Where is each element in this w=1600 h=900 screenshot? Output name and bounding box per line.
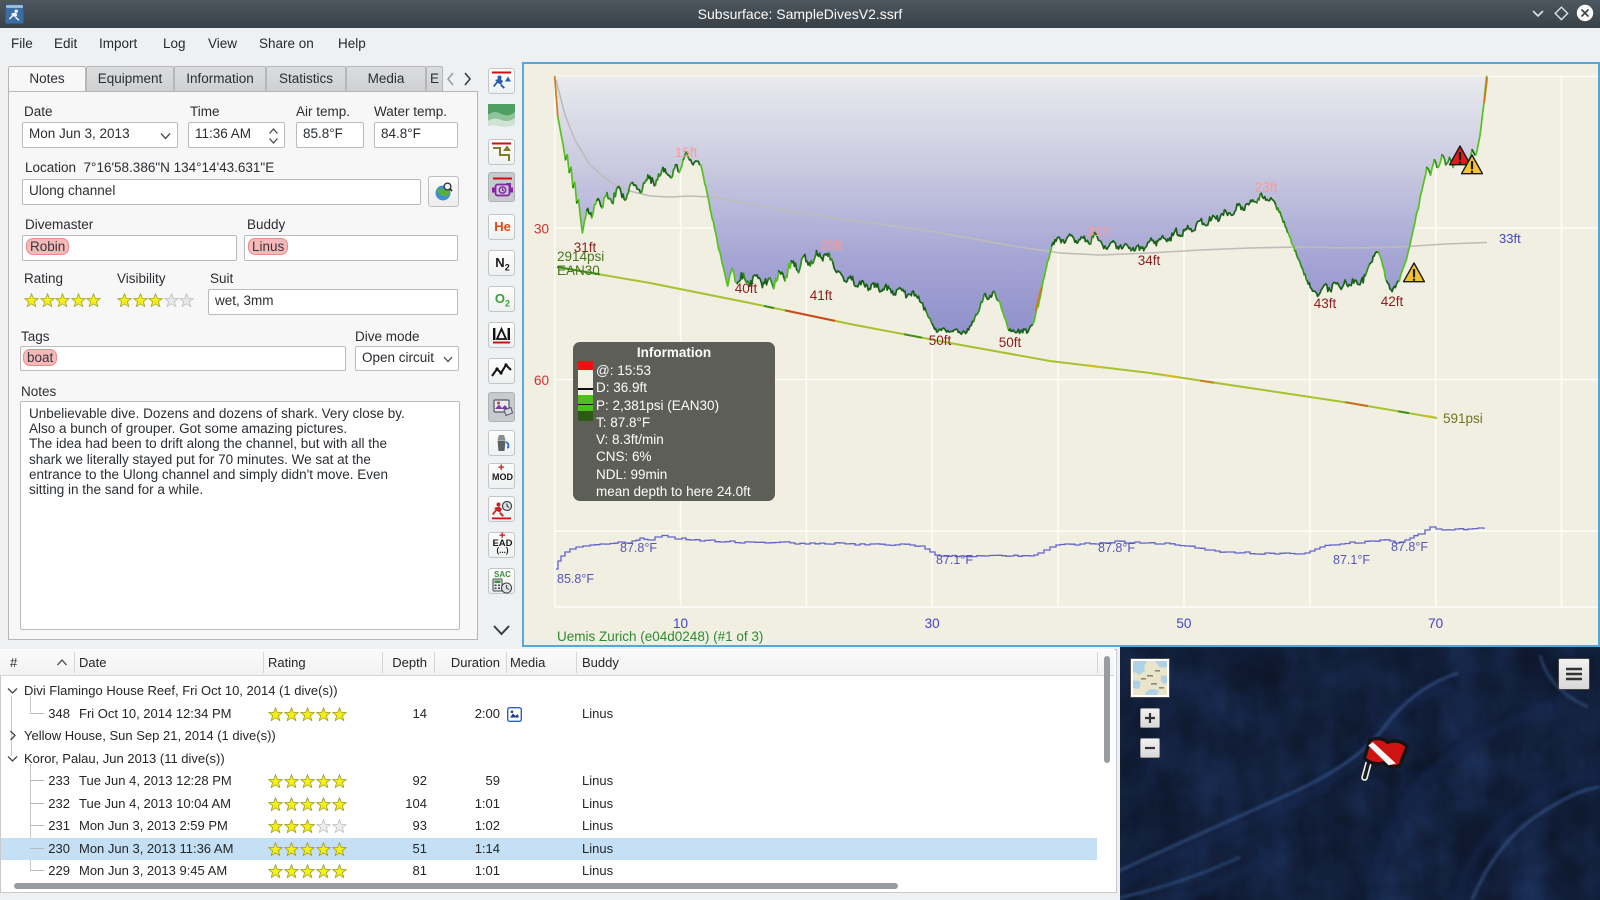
svg-text:70: 70 <box>1428 616 1443 631</box>
svg-text:35ft: 35ft <box>820 238 843 253</box>
svg-text:87.8°F: 87.8°F <box>1098 541 1135 555</box>
svg-text:50ft: 50ft <box>929 333 952 348</box>
svg-text:42ft: 42ft <box>1381 294 1404 309</box>
svg-text:15ft: 15ft <box>675 145 698 160</box>
svg-text:591psi: 591psi <box>1443 411 1483 426</box>
svg-text:87.8°F: 87.8°F <box>620 541 657 555</box>
svg-text:33ft: 33ft <box>1499 231 1521 246</box>
svg-text:34ft: 34ft <box>1138 253 1161 268</box>
svg-text:60: 60 <box>534 373 549 388</box>
svg-text:40ft: 40ft <box>735 281 758 296</box>
svg-text:87.1°F: 87.1°F <box>936 553 973 567</box>
svg-text:30: 30 <box>925 616 940 631</box>
svg-text:41ft: 41ft <box>810 288 833 303</box>
svg-text:43ft: 43ft <box>1314 296 1337 311</box>
svg-text:85.8°F: 85.8°F <box>557 572 594 586</box>
svg-text:87.1°F: 87.1°F <box>1333 553 1370 567</box>
svg-text:31ft: 31ft <box>1087 224 1110 239</box>
svg-text:2914psi: 2914psi <box>557 249 604 264</box>
svg-text:EAN30: EAN30 <box>557 263 600 278</box>
svg-text:30: 30 <box>534 222 549 237</box>
svg-text:50: 50 <box>1176 616 1191 631</box>
svg-text:Uemis Zurich (e04d0248) (#1 of: Uemis Zurich (e04d0248) (#1 of 3) <box>557 629 763 644</box>
svg-text:87.8°F: 87.8°F <box>1391 540 1428 554</box>
svg-text:23ft: 23ft <box>1255 180 1278 195</box>
svg-text:50ft: 50ft <box>999 335 1022 350</box>
